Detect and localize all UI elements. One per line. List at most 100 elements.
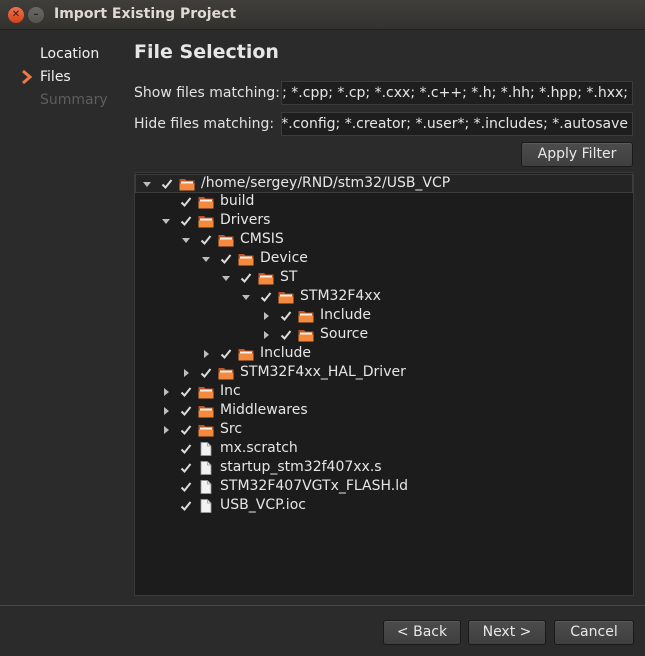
tree-row[interactable]: /home/sergey/RND/stm32/USB_VCP xyxy=(135,174,633,193)
next-button-label: Next > xyxy=(482,624,532,640)
folder-icon xyxy=(258,273,274,285)
checkbox-checked-icon[interactable] xyxy=(180,215,192,227)
checkbox-checked-icon[interactable] xyxy=(180,386,192,398)
checkbox-checked-icon[interactable] xyxy=(180,462,192,474)
show-files-input[interactable]: *.c; *.cc; *.cpp; *.cp; *.cxx; *.c++; *.… xyxy=(281,81,633,105)
file-icon xyxy=(200,499,212,513)
checkbox-checked-icon[interactable] xyxy=(280,310,292,322)
checkbox-checked-icon[interactable] xyxy=(161,178,173,190)
folder-icon xyxy=(198,425,214,437)
expand-arrow-down-icon[interactable] xyxy=(221,273,231,283)
tree-row[interactable]: Drivers xyxy=(135,212,633,231)
tree-row[interactable]: startup_stm32f407xx.s xyxy=(135,459,633,478)
checkbox-checked-icon[interactable] xyxy=(180,500,192,512)
file-tree[interactable]: /home/sergey/RND/stm32/USB_VCPbuild Drive… xyxy=(134,172,634,596)
tree-row[interactable]: mx.scratch xyxy=(135,440,633,459)
folder-icon xyxy=(198,387,214,399)
checkbox-checked-icon[interactable] xyxy=(260,291,272,303)
tree-row[interactable]: CMSIS xyxy=(135,231,633,250)
tree-row[interactable]: Src xyxy=(135,421,633,440)
checkbox-checked-icon[interactable] xyxy=(200,234,212,246)
apply-filter-button[interactable]: Apply Filter xyxy=(521,142,633,167)
tree-item-label: STM32F4xx xyxy=(300,288,381,304)
folder-icon xyxy=(238,349,254,361)
tree-row[interactable]: Inc xyxy=(135,383,633,402)
checkbox-checked-icon[interactable] xyxy=(220,253,232,265)
tree-item-label: ST xyxy=(280,269,298,285)
tree-row[interactable]: STM32F4xx xyxy=(135,288,633,307)
folder-icon xyxy=(218,235,234,247)
checkbox-checked-icon[interactable] xyxy=(180,405,192,417)
tree-row[interactable]: Include xyxy=(135,345,633,364)
back-button-label: < Back xyxy=(396,624,448,640)
hide-files-value: Makefile*; *.o; *.lo; *.la; *.obj; *~; *… xyxy=(281,116,628,132)
hide-files-label: Hide files matching: xyxy=(134,116,275,132)
file-icon xyxy=(200,442,212,456)
title-bar: ✕ – Import Existing Project xyxy=(0,0,645,30)
cancel-button[interactable]: Cancel xyxy=(554,620,634,645)
close-window-icon[interactable]: ✕ xyxy=(8,7,24,23)
folder-icon xyxy=(218,368,234,380)
tree-row[interactable]: Include xyxy=(135,307,633,326)
tree-row[interactable]: USB_VCP.ioc xyxy=(135,497,633,516)
tree-row[interactable]: Device xyxy=(135,250,633,269)
expand-arrow-down-icon[interactable] xyxy=(161,216,171,226)
tree-row[interactable]: ST xyxy=(135,269,633,288)
tree-item-label: Device xyxy=(260,250,308,266)
expand-arrow-right-icon[interactable] xyxy=(161,425,171,435)
next-button[interactable]: Next > xyxy=(468,620,546,645)
expand-arrow-right-icon[interactable] xyxy=(161,387,171,397)
checkbox-checked-icon[interactable] xyxy=(180,443,192,455)
folder-icon xyxy=(238,254,254,266)
expand-arrow-right-icon[interactable] xyxy=(201,349,211,359)
tree-item-label: Include xyxy=(320,307,371,323)
page-title: File Selection xyxy=(134,41,279,63)
tree-item-label: Drivers xyxy=(220,212,271,228)
footer-separator xyxy=(0,605,645,606)
wizard-steps-sidebar: Location Files Summary xyxy=(0,31,118,605)
tree-item-label: mx.scratch xyxy=(220,440,298,456)
folder-icon xyxy=(198,406,214,418)
expand-arrow-right-icon[interactable] xyxy=(261,311,271,321)
tree-item-label: STM32F4xx_HAL_Driver xyxy=(240,364,406,380)
folder-icon xyxy=(278,292,294,304)
tree-row[interactable]: Middlewares xyxy=(135,402,633,421)
tree-item-label: STM32F407VGTx_FLASH.ld xyxy=(220,478,409,494)
tree-item-label: Inc xyxy=(220,383,241,399)
expand-arrow-down-icon[interactable] xyxy=(201,254,211,264)
step-summary: Summary xyxy=(40,92,108,108)
tree-item-label: build xyxy=(220,193,255,209)
tree-item-label: /home/sergey/RND/stm32/USB_VCP xyxy=(201,175,451,191)
show-files-value: *.c; *.cc; *.cpp; *.cp; *.cxx; *.c++; *.… xyxy=(282,85,628,101)
tree-row[interactable]: STM32F407VGTx_FLASH.ld xyxy=(135,478,633,497)
folder-icon xyxy=(198,197,214,209)
checkbox-checked-icon[interactable] xyxy=(200,367,212,379)
folder-icon xyxy=(298,311,314,323)
expand-arrow-right-icon[interactable] xyxy=(161,406,171,416)
step-location: Location xyxy=(40,46,100,62)
checkbox-checked-icon[interactable] xyxy=(180,481,192,493)
checkbox-checked-icon[interactable] xyxy=(180,196,192,208)
tree-row[interactable]: Source xyxy=(135,326,633,345)
expand-arrow-down-icon[interactable] xyxy=(241,292,251,302)
show-files-label: Show files matching: xyxy=(134,85,280,101)
checkbox-checked-icon[interactable] xyxy=(180,424,192,436)
tree-row[interactable]: build xyxy=(135,193,633,212)
file-icon xyxy=(200,461,212,475)
step-files: Files xyxy=(40,69,71,85)
tree-item-label: USB_VCP.ioc xyxy=(220,497,306,513)
minimize-window-icon[interactable]: – xyxy=(28,7,44,23)
tree-item-label: startup_stm32f407xx.s xyxy=(220,459,382,475)
expand-arrow-down-icon[interactable] xyxy=(142,179,152,189)
checkbox-checked-icon[interactable] xyxy=(240,272,252,284)
expand-arrow-right-icon[interactable] xyxy=(261,330,271,340)
checkbox-checked-icon[interactable] xyxy=(220,348,232,360)
expand-arrow-down-icon[interactable] xyxy=(181,235,191,245)
tree-row[interactable]: STM32F4xx_HAL_Driver xyxy=(135,364,633,383)
folder-icon xyxy=(179,179,195,191)
expand-arrow-right-icon[interactable] xyxy=(181,368,191,378)
checkbox-checked-icon[interactable] xyxy=(280,329,292,341)
hide-files-input[interactable]: Makefile*; *.o; *.lo; *.la; *.obj; *~; *… xyxy=(281,112,633,136)
back-button[interactable]: < Back xyxy=(383,620,461,645)
tree-item-label: Src xyxy=(220,421,243,437)
